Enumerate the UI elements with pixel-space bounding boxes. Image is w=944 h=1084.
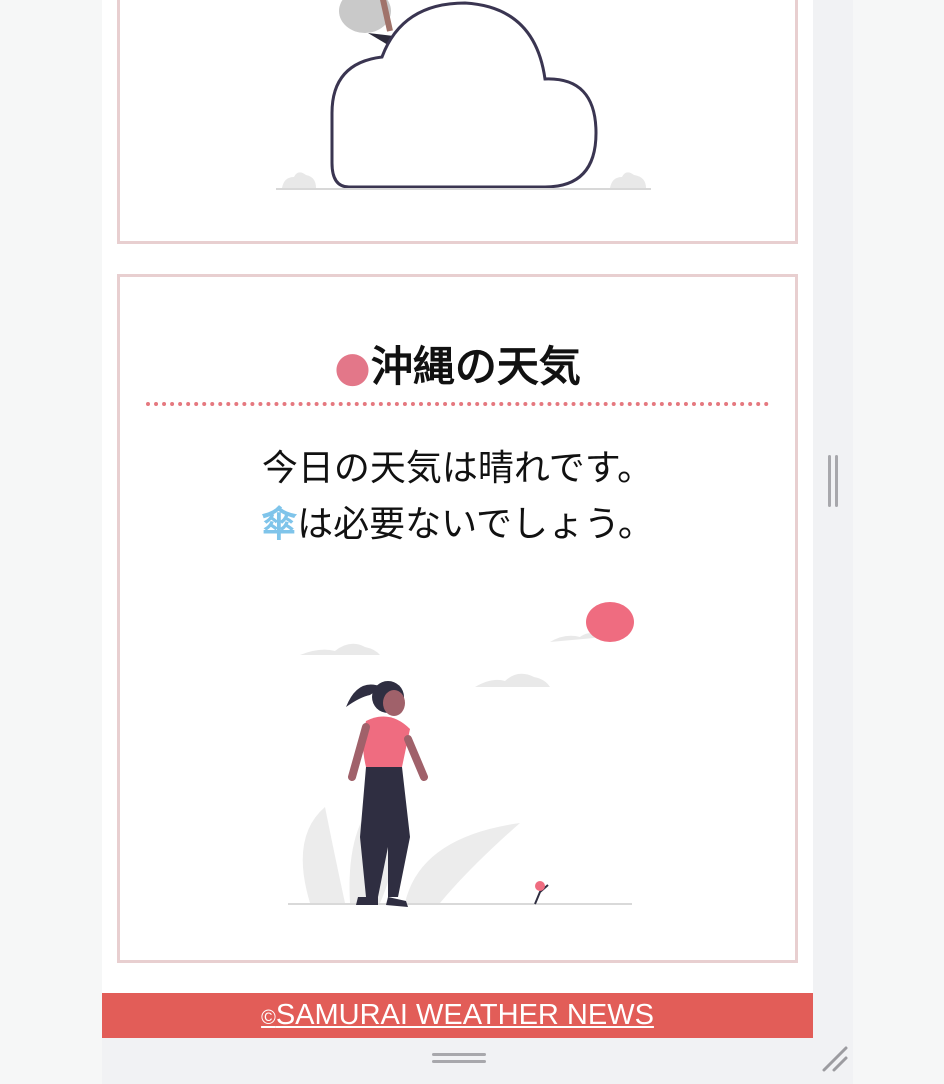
resize-grip-icon[interactable] <box>820 1044 850 1074</box>
copyright-symbol: © <box>261 1007 276 1029</box>
footer-copyright-link[interactable]: ©SAMURAI WEATHER NEWS <box>261 999 654 1031</box>
weather-card-okinawa: ●沖縄の天気 今日の天気は晴れです。 傘は必要ないでしょう。 <box>117 274 798 963</box>
vertical-resize-strip[interactable] <box>813 0 853 1038</box>
horizontal-resize-handle[interactable] <box>432 1053 486 1065</box>
vertical-resize-handle[interactable] <box>828 455 838 507</box>
footer: ©SAMURAI WEATHER NEWS <box>102 993 813 1038</box>
sunny-day-illustration <box>288 602 634 907</box>
footer-link-text: SAMURAI WEATHER NEWS <box>275 999 654 1031</box>
cloud-illustration <box>276 0 651 190</box>
weather-card-previous <box>117 0 798 244</box>
